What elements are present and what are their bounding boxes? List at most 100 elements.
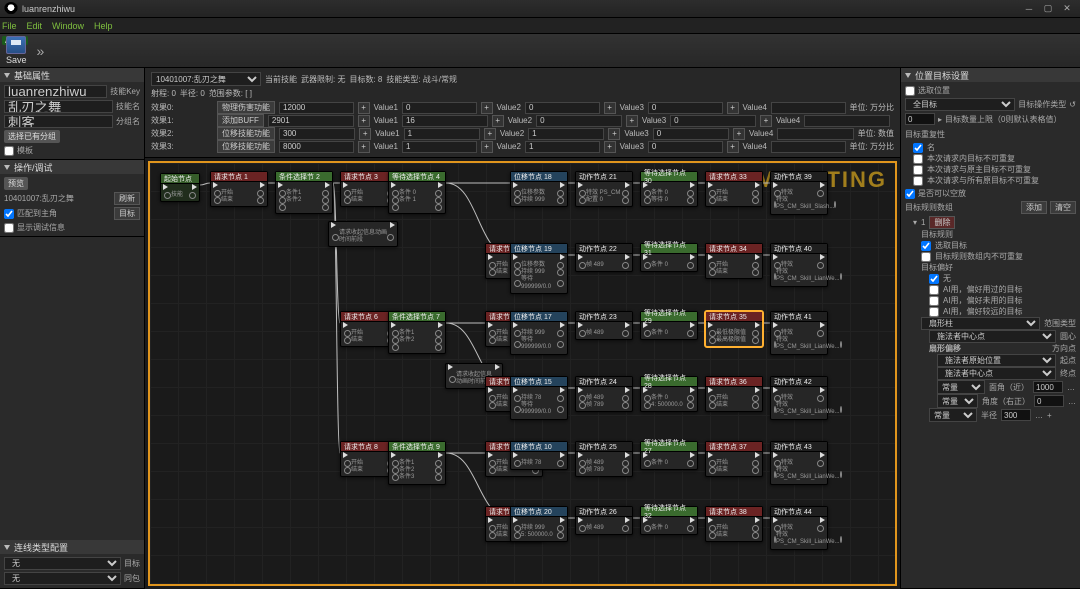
graph-node[interactable]: 条件选择节点 7条件1条件2	[388, 311, 446, 354]
menu-help[interactable]: Help	[94, 21, 113, 31]
graph-node[interactable]: 请求节点 1开始结束	[210, 171, 268, 207]
ang1-input[interactable]	[1033, 381, 1063, 393]
graph-node[interactable]: 动作节点 23帧 489	[575, 311, 633, 340]
ang2-input[interactable]	[1034, 395, 1064, 407]
skill-name-input[interactable]	[4, 100, 113, 113]
radius-input[interactable]	[1001, 409, 1031, 421]
effect-v2[interactable]	[525, 102, 600, 114]
graph-node[interactable]: 动作节点 42特效特效 PS_CM_Skill_LianWe...	[770, 376, 828, 420]
effect-v1[interactable]	[402, 115, 488, 127]
rule-pick-checkbox[interactable]	[921, 241, 931, 251]
effect-v1[interactable]	[402, 102, 477, 114]
effect-type[interactable]: 物理伤害功能	[217, 101, 275, 114]
end-select[interactable]: 施法者中心点	[937, 367, 1056, 380]
allow-empty-checkbox[interactable]	[905, 189, 915, 199]
graph-node[interactable]: 等待选择节点 29条件 0	[640, 311, 698, 340]
pref3-checkbox[interactable]	[929, 307, 939, 317]
pref2-checkbox[interactable]	[929, 296, 939, 306]
origin-select[interactable]: 施法者原始位置	[937, 354, 1056, 367]
effect-v2[interactable]	[528, 128, 604, 140]
graph-node[interactable]: 位移节点 10持续 78	[510, 441, 568, 470]
save-button[interactable]: Save	[6, 36, 27, 65]
effect-type[interactable]: 位移技能功能	[217, 140, 275, 153]
effect-v4[interactable]	[771, 141, 846, 153]
ang2-type[interactable]: 常量	[937, 394, 978, 408]
repeat-name-checkbox[interactable]	[913, 143, 923, 153]
graph-node[interactable]: 动作节点 41特效特效 PS_CM_Skill_LianWe...	[770, 311, 828, 355]
caret-down-icon[interactable]	[905, 73, 911, 78]
repeat-req-checkbox[interactable]	[913, 154, 923, 164]
rule-nodup-checkbox[interactable]	[921, 252, 931, 262]
plus-icon[interactable]: +	[358, 102, 370, 114]
graph-node[interactable]: 动作节点 21特效 PS_CM配置 0	[575, 171, 633, 207]
effect-v0[interactable]	[279, 141, 354, 153]
window-minimize-icon[interactable]: ─	[1020, 2, 1038, 16]
plus-icon[interactable]: +	[358, 115, 370, 127]
graph-node[interactable]: 动作节点 39特效特效 PS_CM_Skill_Slash...	[770, 171, 828, 215]
menu-edit[interactable]: Edit	[27, 21, 43, 31]
effect-v3[interactable]	[670, 115, 756, 127]
menu-file[interactable]: File	[2, 21, 17, 31]
graph-node[interactable]: 动作节点 25帧 489帧 789	[575, 441, 633, 477]
graph-node[interactable]: 等待选择节点 28条件 04: 500000.0	[640, 376, 698, 412]
graph-node[interactable]: 起始节点技能	[160, 173, 200, 202]
graph-node[interactable]: 条件选择节点 9条件1条件2条件3	[388, 441, 446, 485]
match-target-btn[interactable]: 目标	[114, 207, 140, 220]
graph-node[interactable]: 位移节点 17持续 999等待 999999/0.0	[510, 311, 568, 355]
effect-v4[interactable]	[771, 102, 846, 114]
graph-node[interactable]: 位移节点 20持续 9995: 500000.0	[510, 506, 568, 542]
preview-button[interactable]: 预览	[4, 177, 28, 190]
rule-add-button[interactable]: 添加	[1021, 201, 1047, 214]
ang1-type[interactable]: 常量	[937, 380, 985, 394]
repeat-orig-checkbox[interactable]	[913, 165, 923, 175]
effect-v1[interactable]	[404, 128, 480, 140]
effect-v4[interactable]	[777, 128, 853, 140]
group-name-input[interactable]	[4, 115, 113, 128]
graph-node[interactable]: 请求节点 36开始结束	[705, 376, 763, 412]
graph-node[interactable]: 等待选择节点 27条件 0	[640, 441, 698, 470]
graph-node[interactable]: 等待选择节点 31条件 0	[640, 243, 698, 272]
graph-node[interactable]: 动作节点 26帧 489	[575, 506, 633, 535]
graph-node[interactable]: 位移节点 15持续 78等待 999999/0.0	[510, 376, 568, 420]
graph-node[interactable]: 动作节点 24帧 489帧 789	[575, 376, 633, 412]
caret-down-icon[interactable]	[4, 73, 10, 78]
skill-dropdown[interactable]: 10401007:乱刃之舞	[151, 72, 261, 86]
effect-type[interactable]: 位移技能功能	[217, 127, 275, 140]
match-protag-checkbox[interactable]	[4, 209, 14, 219]
graph-node[interactable]: 等待选择节点 4条件 0条件 1	[388, 171, 446, 214]
graph-node[interactable]: 动作节点 43特效特效 PS_CM_Skill_LianWe...	[770, 441, 828, 485]
target-type-select[interactable]: 全目标	[905, 98, 1015, 111]
graph-node[interactable]: 等待选择节点 32条件 0	[640, 506, 698, 535]
graph-node[interactable]: 请求节点 37开始结束	[705, 441, 763, 477]
graph-node[interactable]: 位移节点 18位移参数持续 999	[510, 171, 568, 207]
radius-type[interactable]: 常量	[929, 408, 977, 422]
graph-node[interactable]: 位移节点 19位移参数持续 999等待 999999/0.0	[510, 243, 568, 294]
plus-icon[interactable]: +	[358, 141, 370, 153]
wire-pack-select[interactable]: 无	[4, 572, 121, 585]
template-checkbox[interactable]	[4, 146, 14, 156]
graph-node[interactable]: 条件选择节 2条件1条件2	[275, 171, 333, 214]
rule-clear-button[interactable]: 清空	[1050, 201, 1076, 214]
effect-v3[interactable]	[648, 141, 723, 153]
graph-node[interactable]: 等待选择节点 30条件 0等待 0	[640, 171, 698, 207]
show-debug-checkbox[interactable]	[4, 223, 14, 233]
effect-v3[interactable]	[653, 128, 729, 140]
node-graph[interactable]: SIMULATING 起始节点技能请求节点 1开始结束条件选择节 2条件1条件2…	[148, 161, 897, 586]
effect-v0[interactable]	[279, 128, 355, 140]
center-select[interactable]: 施法者中心点	[929, 330, 1056, 343]
wire-target-select[interactable]: 无	[4, 557, 121, 570]
repeat-all-checkbox[interactable]	[913, 176, 923, 186]
skill-key-input[interactable]	[4, 85, 107, 98]
graph-node[interactable]: 请求节点 38开始结束	[705, 506, 763, 542]
effect-type[interactable]: 添加BUFF	[217, 114, 264, 127]
graph-node[interactable]: 请求节点 34开始结束	[705, 243, 763, 279]
graph-node[interactable]: 动作节点 44特效特效 PS_CM_Skill_LianWe...	[770, 506, 828, 550]
window-close-icon[interactable]: ✕	[1058, 2, 1076, 16]
shape-select[interactable]: 扇形柱	[921, 317, 1040, 330]
menu-window[interactable]: Window	[52, 21, 84, 31]
refresh-button[interactable]: 刷新	[114, 192, 140, 205]
caret-down-icon[interactable]	[4, 545, 10, 550]
window-maximize-icon[interactable]: ▢	[1039, 2, 1057, 16]
has-group-chip[interactable]: 选择已有分组	[4, 130, 60, 143]
effect-v2[interactable]	[536, 115, 622, 127]
